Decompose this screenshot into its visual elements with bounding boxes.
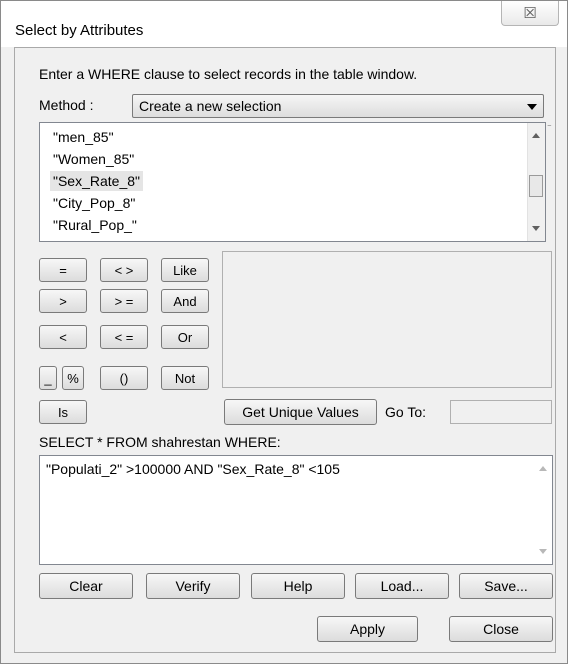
close-window-button[interactable]: ☒ bbox=[501, 1, 559, 26]
sql-prefix-label: SELECT * FROM shahrestan WHERE: bbox=[39, 434, 281, 450]
where-clause-text: "Populati_2" >100000 AND "Sex_Rate_8" <1… bbox=[46, 461, 340, 477]
help-button[interactable]: Help bbox=[251, 573, 345, 599]
chevron-down-icon bbox=[527, 104, 537, 110]
close-button[interactable]: Close bbox=[449, 616, 553, 642]
load-button[interactable]: Load... bbox=[355, 573, 449, 599]
less-equal-button[interactable]: < = bbox=[100, 325, 148, 349]
equals-button[interactable]: = bbox=[39, 258, 87, 282]
scroll-up-icon[interactable] bbox=[539, 466, 547, 471]
greater-equal-button[interactable]: > = bbox=[100, 289, 148, 313]
save-button[interactable]: Save... bbox=[459, 573, 553, 599]
and-button[interactable]: And bbox=[161, 289, 209, 313]
instruction-text: Enter a WHERE clause to select records i… bbox=[39, 66, 418, 82]
dialog-title: Select by Attributes bbox=[15, 22, 144, 39]
fields-scrollbar[interactable] bbox=[527, 123, 545, 241]
get-unique-values-button[interactable]: Get Unique Values bbox=[224, 399, 377, 425]
scroll-up-icon[interactable] bbox=[532, 133, 540, 138]
select-by-attributes-dialog: Select by Attributes ☒ Enter a WHERE cla… bbox=[0, 0, 568, 664]
less-than-button[interactable]: < bbox=[39, 325, 87, 349]
or-button[interactable]: Or bbox=[161, 325, 209, 349]
parentheses-button[interactable]: () bbox=[100, 366, 148, 390]
field-item[interactable]: "Rural_Pop_" bbox=[50, 215, 140, 235]
underscore-button[interactable]: _ bbox=[39, 366, 57, 390]
field-item-selected[interactable]: "Sex_Rate_8" bbox=[50, 171, 143, 191]
field-item[interactable]: "Women_85" bbox=[50, 149, 137, 169]
like-button[interactable]: Like bbox=[161, 258, 209, 282]
dialog-body: Enter a WHERE clause to select records i… bbox=[14, 47, 556, 653]
scroll-down-icon[interactable] bbox=[539, 549, 547, 554]
title-bar: Select by Attributes ☒ bbox=[1, 1, 567, 47]
method-dropdown[interactable]: Create a new selection bbox=[132, 94, 544, 118]
verify-button[interactable]: Verify bbox=[146, 573, 240, 599]
clear-button[interactable]: Clear bbox=[39, 573, 133, 599]
fields-list[interactable]: "men_85" "Women_85" "Sex_Rate_8" "City_P… bbox=[39, 122, 546, 242]
is-button[interactable]: Is bbox=[39, 400, 87, 424]
not-equal-button[interactable]: < > bbox=[100, 258, 148, 282]
scroll-down-icon[interactable] bbox=[532, 226, 540, 231]
method-value: Create a new selection bbox=[139, 98, 282, 114]
field-item[interactable]: "men_85" bbox=[50, 127, 117, 147]
close-icon: ☒ bbox=[523, 5, 537, 22]
scroll-thumb[interactable] bbox=[529, 175, 543, 197]
method-label: Method : bbox=[39, 97, 94, 113]
apply-button[interactable]: Apply bbox=[317, 616, 418, 642]
greater-than-button[interactable]: > bbox=[39, 289, 87, 313]
expression-scrollbar[interactable] bbox=[535, 456, 552, 564]
goto-input[interactable] bbox=[450, 400, 552, 424]
percent-button[interactable]: % bbox=[62, 366, 84, 390]
where-clause-textarea[interactable]: "Populati_2" >100000 AND "Sex_Rate_8" <1… bbox=[39, 455, 553, 565]
unique-values-list[interactable] bbox=[222, 251, 552, 388]
not-button[interactable]: Not bbox=[161, 366, 209, 390]
goto-label: Go To: bbox=[385, 404, 426, 420]
field-item[interactable]: "City_Pop_8" bbox=[50, 193, 138, 213]
resize-marker-icon: ⁻ bbox=[547, 122, 552, 132]
